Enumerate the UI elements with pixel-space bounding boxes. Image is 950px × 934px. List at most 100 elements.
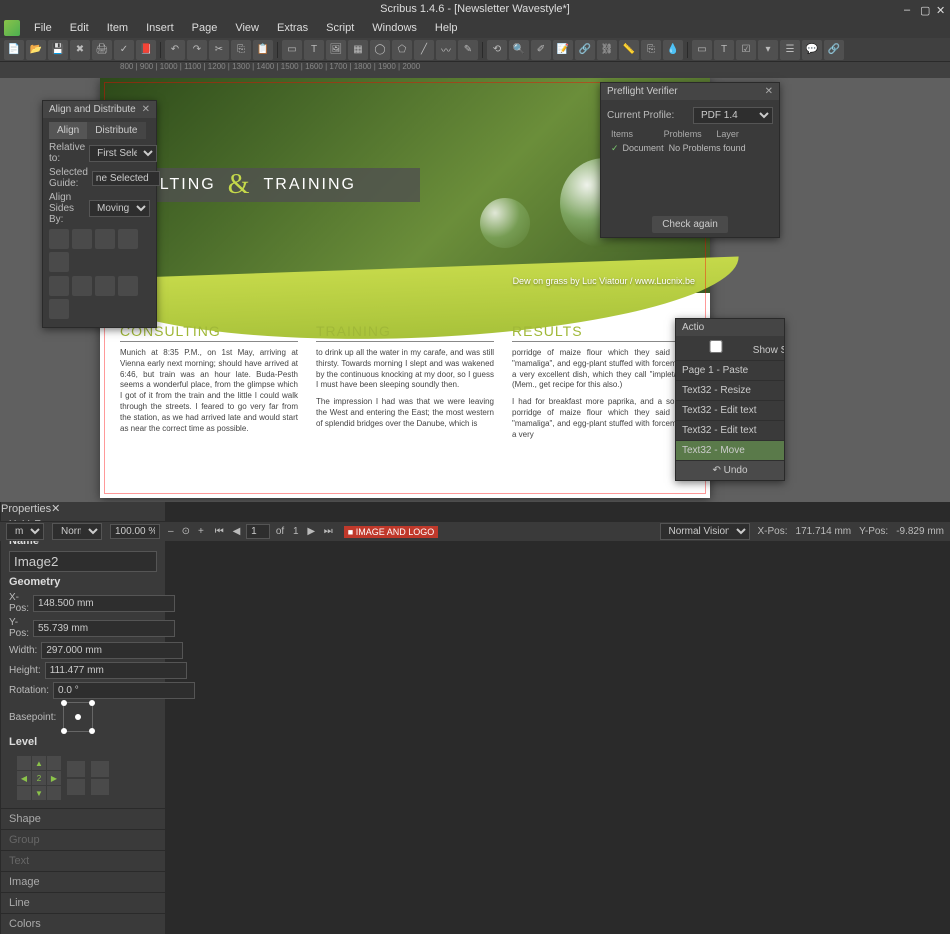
align-left-icon[interactable] — [49, 229, 69, 249]
page-prev-icon[interactable]: ◀ — [230, 526, 244, 537]
tab-align[interactable]: Align — [49, 122, 87, 139]
vision-select[interactable]: Normal Vision — [660, 523, 750, 540]
action-item[interactable]: Text32 - Resize — [676, 381, 784, 401]
tool-imageframe[interactable]: 🖼 — [326, 40, 346, 60]
acc-line[interactable]: Line — [1, 892, 165, 913]
tool-zoom[interactable]: 🔍 — [509, 40, 529, 60]
menu-page[interactable]: Page — [184, 20, 226, 36]
align-page-h-icon[interactable] — [72, 276, 92, 296]
align-top-icon[interactable] — [118, 229, 138, 249]
align-bottom-icon[interactable] — [49, 276, 69, 296]
tool-select[interactable]: ▭ — [282, 40, 302, 60]
close-icon[interactable]: ✕ — [142, 104, 150, 115]
menu-edit[interactable]: Edit — [62, 20, 97, 36]
column-results[interactable]: RESULTS porridge of maize flour which th… — [512, 323, 690, 446]
maximize-icon[interactable]: ▢ — [920, 4, 930, 14]
align-middle-v-icon[interactable] — [49, 252, 69, 272]
acc-shape[interactable]: Shape — [1, 808, 165, 829]
tool-copyprops[interactable]: ⎘ — [641, 40, 661, 60]
align-right-icon[interactable] — [95, 229, 115, 249]
tool-line[interactable]: ╱ — [414, 40, 434, 60]
align-margin-icon[interactable] — [118, 276, 138, 296]
page-first-icon[interactable]: ⏮ — [212, 526, 227, 537]
page-last-icon[interactable]: ⏭ — [321, 526, 336, 537]
action-history-panel[interactable]: Actio Show Selected O Page 1 - Paste Tex… — [675, 318, 785, 481]
menu-script[interactable]: Script — [318, 20, 362, 36]
tool-pdf-combo[interactable]: ▾ — [758, 40, 778, 60]
acc-colors[interactable]: Colors — [1, 913, 165, 934]
acc-group[interactable]: Group — [1, 829, 165, 850]
tool-measure[interactable]: 📏 — [619, 40, 639, 60]
action-item[interactable]: Text32 - Move — [676, 441, 784, 461]
tool-close[interactable]: ✖ — [70, 40, 90, 60]
acc-text[interactable]: Text — [1, 850, 165, 871]
zoom-reset-icon[interactable]: ⊙ — [182, 526, 190, 537]
tool-freehand[interactable]: ✎ — [458, 40, 478, 60]
column-training[interactable]: TRAINING to drink up all the water in my… — [316, 323, 494, 446]
align-page-v-icon[interactable] — [95, 276, 115, 296]
tool-pdf-list[interactable]: ☰ — [780, 40, 800, 60]
width-field[interactable] — [41, 642, 183, 659]
tool-new[interactable]: 📄 — [4, 40, 24, 60]
menu-view[interactable]: View — [227, 20, 267, 36]
menu-file[interactable]: File — [26, 20, 60, 36]
close-icon[interactable]: ✕ — [51, 503, 60, 515]
tool-redo[interactable]: ↷ — [187, 40, 207, 60]
action-item[interactable]: Page 1 - Paste — [676, 361, 784, 381]
action-item[interactable]: Text32 - Edit text — [676, 421, 784, 441]
undo-button[interactable]: ↶ Undo — [676, 461, 784, 480]
preflight-panel[interactable]: Preflight Verifier✕ Current Profile:PDF … — [600, 82, 780, 238]
tool-shape[interactable]: ◯ — [370, 40, 390, 60]
lock-icon[interactable] — [91, 761, 109, 777]
properties-panel[interactable]: Properties✕ X, Y, Z Name Geometry X-Pos:… — [0, 502, 165, 934]
show-selected-checkbox[interactable] — [682, 340, 750, 353]
menu-insert[interactable]: Insert — [138, 20, 182, 36]
close-icon[interactable]: ✕ — [936, 4, 946, 14]
show-selected-toggle[interactable]: Show Selected O — [676, 336, 784, 361]
tool-edit[interactable]: ✐ — [531, 40, 551, 60]
tool-open[interactable]: 📂 — [26, 40, 46, 60]
tool-print[interactable]: 🖨 — [92, 40, 112, 60]
tool-paste[interactable]: 📋 — [253, 40, 273, 60]
tool-pdf-text[interactable]: T — [714, 40, 734, 60]
acc-image[interactable]: Image — [1, 871, 165, 892]
minimize-icon[interactable]: – — [904, 4, 914, 14]
xpos-field[interactable] — [33, 595, 175, 612]
tool-eyedropper[interactable]: 💧 — [663, 40, 683, 60]
flip-v-icon[interactable] — [67, 779, 85, 795]
tool-pdf[interactable]: 📕 — [136, 40, 156, 60]
check-again-button[interactable]: Check again — [652, 216, 728, 233]
view-select[interactable]: Normal — [52, 523, 102, 540]
ypos-field[interactable] — [33, 620, 175, 637]
layer-indicator[interactable]: ■ IMAGE AND LOGO — [344, 526, 438, 538]
tool-preflight[interactable]: ✓ — [114, 40, 134, 60]
column-consulting[interactable]: CONSULTING Munich at 8:35 P.M., on 1st M… — [120, 323, 298, 446]
zoom-field[interactable] — [110, 524, 160, 539]
preflight-row[interactable]: Document No Problems found — [611, 143, 769, 154]
print-toggle-icon[interactable] — [91, 779, 109, 795]
menu-extras[interactable]: Extras — [269, 20, 316, 36]
tool-pdf-check[interactable]: ☑ — [736, 40, 756, 60]
menu-help[interactable]: Help — [427, 20, 466, 36]
relative-to-select[interactable]: First Sele — [89, 145, 157, 162]
align-center-h-icon[interactable] — [72, 229, 92, 249]
flip-h-icon[interactable] — [67, 761, 85, 777]
tool-pdf-annot[interactable]: 💬 — [802, 40, 822, 60]
align-sides-select[interactable]: Moving — [89, 200, 150, 217]
zoom-in-icon[interactable]: + — [198, 526, 204, 537]
align-distribute-panel[interactable]: Align and Distribute✕ AlignDistribute Re… — [42, 100, 157, 328]
tab-distribute[interactable]: Distribute — [87, 122, 145, 139]
menu-windows[interactable]: Windows — [364, 20, 425, 36]
menu-item[interactable]: Item — [99, 20, 136, 36]
tool-pdf-link[interactable]: 🔗 — [824, 40, 844, 60]
tool-polygon[interactable]: ⬠ — [392, 40, 412, 60]
page-current-field[interactable] — [246, 524, 270, 539]
action-item[interactable]: Text32 - Edit text — [676, 401, 784, 421]
tool-story[interactable]: 📝 — [553, 40, 573, 60]
tool-undo[interactable]: ↶ — [165, 40, 185, 60]
tool-rotate[interactable]: ⟲ — [487, 40, 507, 60]
page-next-icon[interactable]: ▶ — [304, 526, 318, 537]
tool-link[interactable]: 🔗 — [575, 40, 595, 60]
close-icon[interactable]: ✕ — [765, 86, 773, 97]
tool-copy[interactable]: ⎘ — [231, 40, 251, 60]
